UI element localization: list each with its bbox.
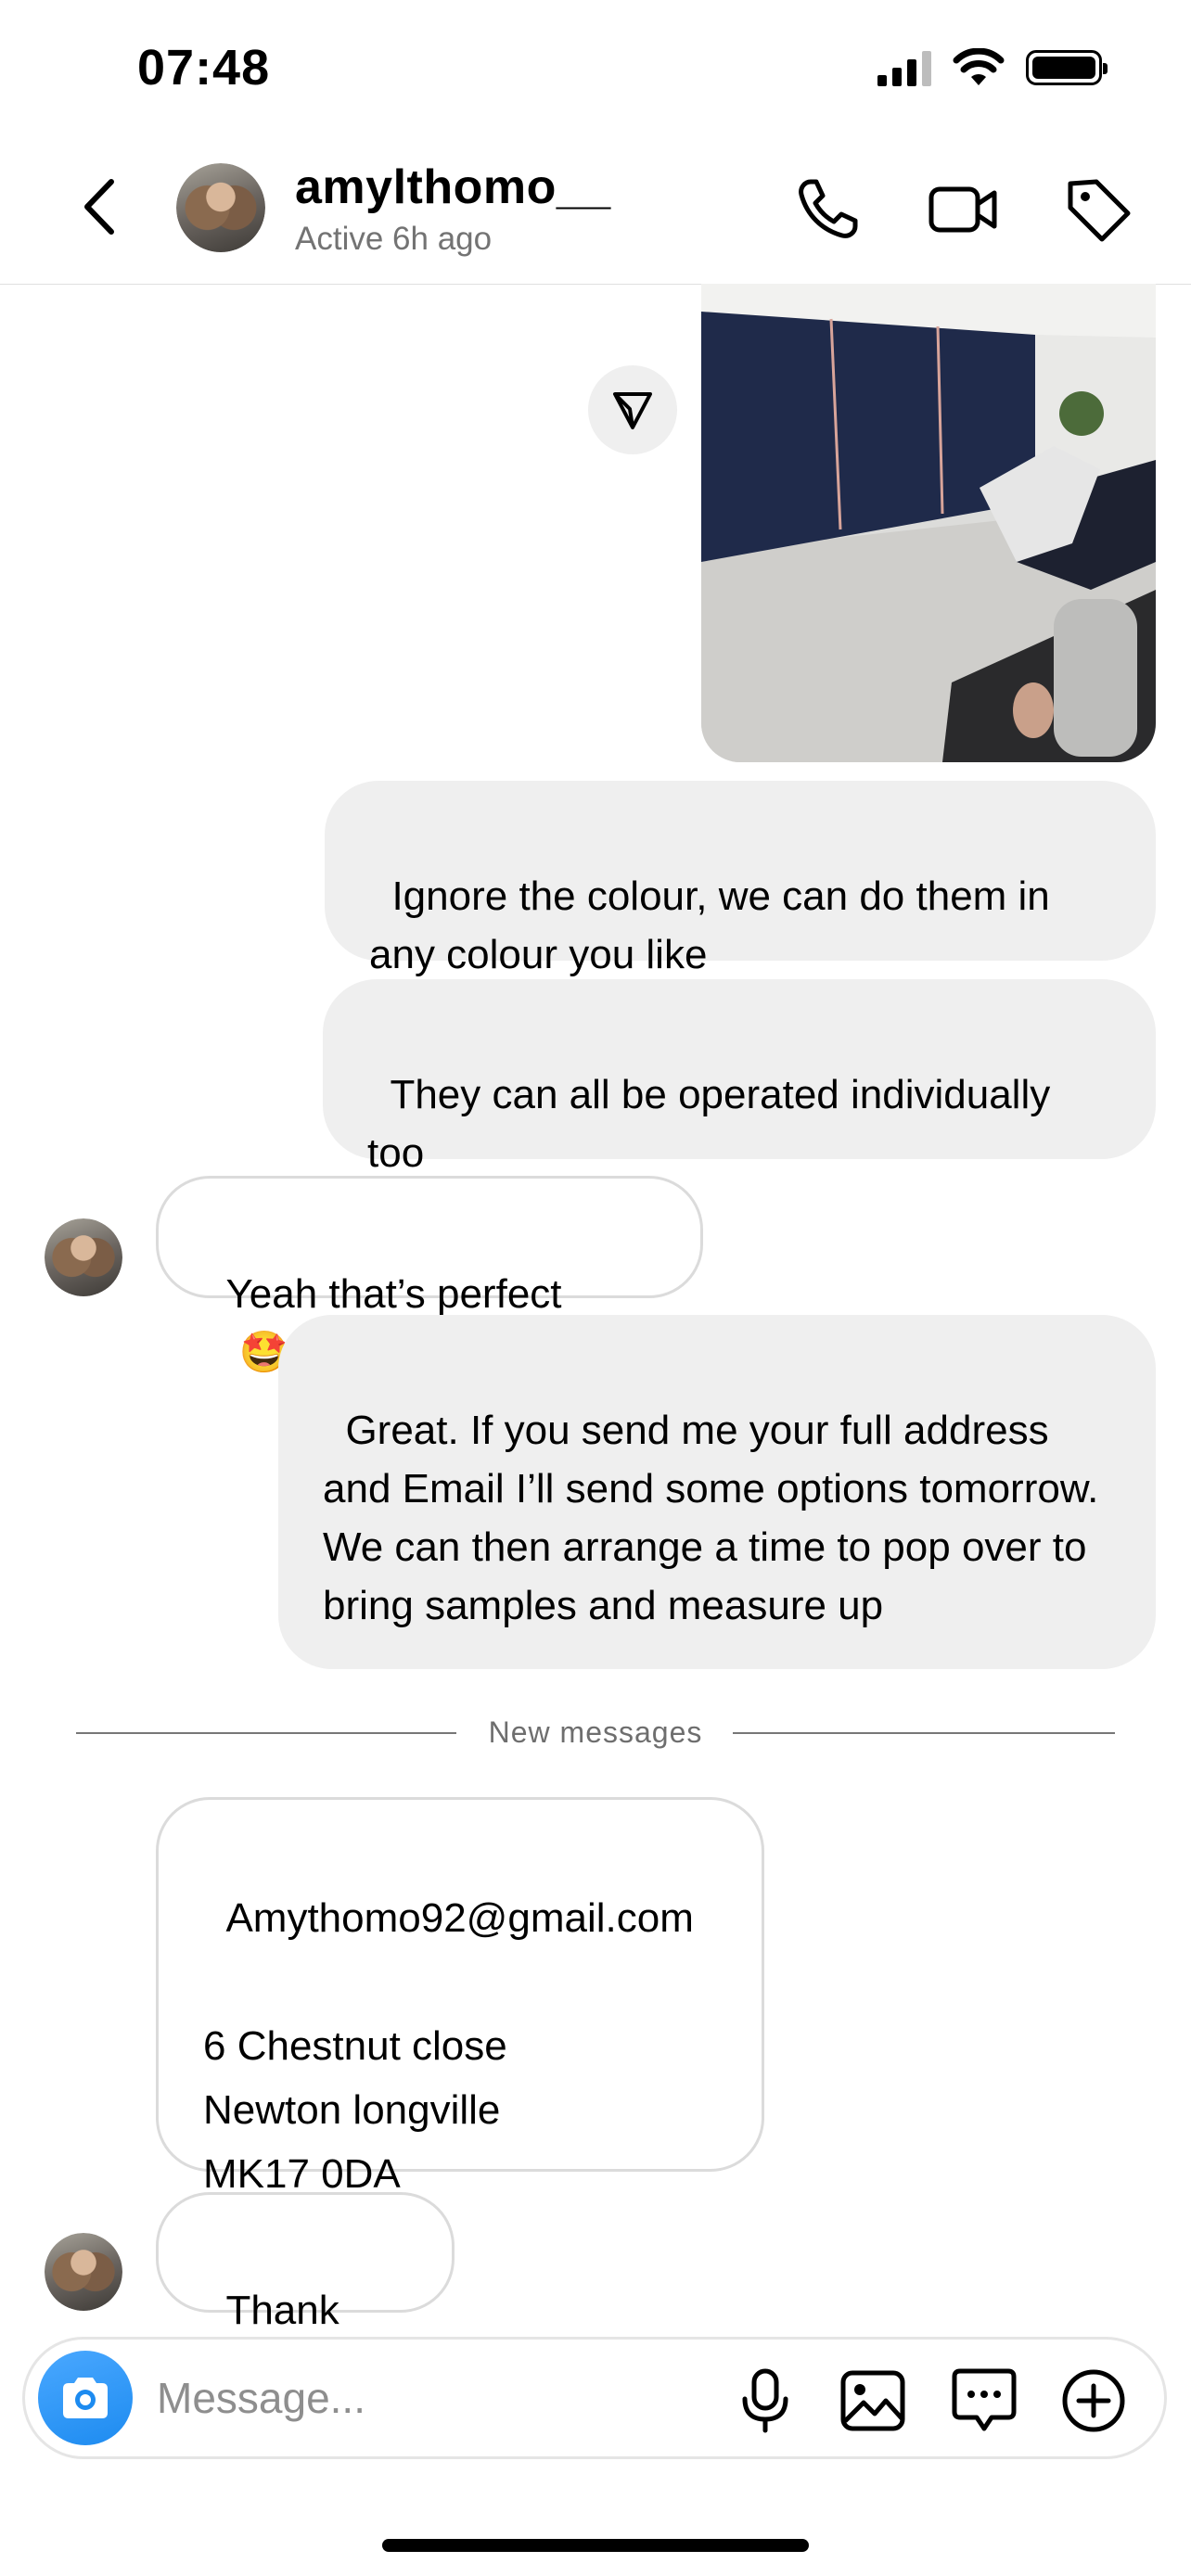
message-bubble-incoming[interactable]: Amythomo92@gmail.com 6 Chestnut close Ne…	[156, 1797, 764, 2197]
message-bubble-outgoing[interactable]: They can all be operated individually to…	[323, 979, 1156, 1176]
message-bubble-outgoing[interactable]: Ignore the colour, we can do them in any…	[325, 781, 1156, 977]
camera-button[interactable]	[38, 2351, 133, 2445]
status-time: 07:48	[137, 40, 271, 96]
contact-name[interactable]: amylthomo__	[295, 159, 611, 215]
message-input[interactable]	[157, 2367, 676, 2429]
shared-photo[interactable]	[701, 284, 1156, 762]
image-icon[interactable]	[838, 2366, 908, 2436]
contact-avatar[interactable]	[176, 163, 265, 252]
message-text: They can all be operated individually to…	[367, 1072, 1062, 1176]
message-composer	[22, 2337, 1167, 2459]
wifi-icon	[953, 48, 1005, 85]
video-camera-icon[interactable]	[926, 172, 1000, 247]
message-text: Yeah that’s perfect	[225, 1271, 562, 1317]
message-bubble-incoming[interactable]: Yeah that’s perfect 🤩	[156, 1176, 703, 1375]
share-button[interactable]	[588, 365, 677, 454]
message-bubble-incoming[interactable]: Thank you	[156, 2192, 455, 2391]
cellular-signal-icon	[877, 49, 931, 86]
message-text: Ignore the colour, we can do them in any…	[369, 874, 1062, 977]
message-text: Amythomo92@gmail.com 6 Chestnut close Ne…	[203, 1895, 694, 2197]
microphone-icon[interactable]	[730, 2366, 800, 2436]
new-messages-divider: New messages	[76, 1715, 1115, 1749]
room-photo-image	[701, 284, 1156, 762]
camera-icon	[63, 2378, 108, 2418]
status-icons	[877, 48, 1108, 87]
divider-label: New messages	[488, 1715, 703, 1749]
message-text: Great. If you send me your full address …	[323, 1408, 1110, 1628]
chat-header: amylthomo__ Active 6h ago	[0, 139, 1191, 285]
tag-icon[interactable]	[1061, 172, 1135, 247]
plus-circle-icon[interactable]	[1058, 2366, 1129, 2436]
back-chevron-icon[interactable]	[74, 174, 126, 239]
contact-avatar-small[interactable]	[45, 2233, 122, 2311]
battery-icon	[1026, 50, 1108, 85]
message-bubble-outgoing[interactable]: Great. If you send me your full address …	[278, 1315, 1156, 1669]
contact-avatar-small[interactable]	[45, 1218, 122, 1296]
contact-status: Active 6h ago	[295, 221, 493, 257]
phone-icon[interactable]	[790, 172, 864, 247]
home-indicator[interactable]	[382, 2539, 809, 2552]
send-icon	[613, 392, 652, 429]
chat-bubble-icon[interactable]	[949, 2366, 1019, 2436]
